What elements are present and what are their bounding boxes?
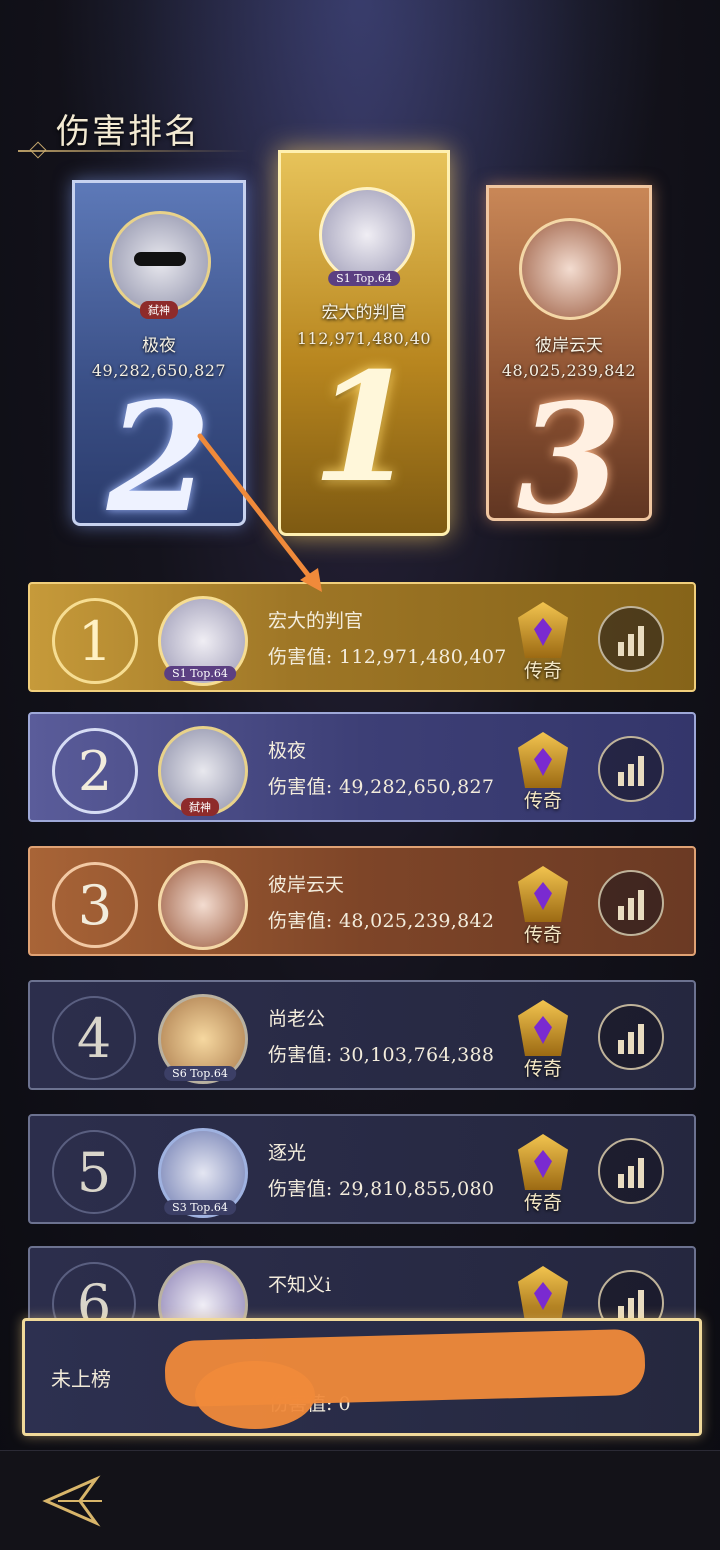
rank-number: 3 <box>52 862 138 948</box>
title-badge: S6 Top.64 <box>164 1066 236 1081</box>
player-name: 尚老公 <box>268 1008 326 1030</box>
bar-chart-icon[interactable] <box>598 870 664 936</box>
bar-chart-icon[interactable] <box>598 736 664 802</box>
annotation-arrow <box>197 433 322 592</box>
damage-value: 伤害值: 30,103,764,388 <box>268 1044 495 1066</box>
my-rank-row[interactable]: 未上榜 伤害值: 0 <box>22 1318 702 1436</box>
player-name: 逐光 <box>268 1142 307 1164</box>
legend-emblem-icon: 传奇 <box>508 860 578 946</box>
rank-number: 5 <box>52 1130 136 1214</box>
ranking-row[interactable]: 5 S3 Top.64 逐光 伤害值: 29,810,855,080 传奇 <box>28 1114 696 1224</box>
bar-chart-icon[interactable] <box>598 1004 664 1070</box>
player-name: 彼岸云天 <box>268 874 345 896</box>
damage-value: 伤害值: 112,971,480,407 <box>268 646 507 668</box>
player-name: 不知义i <box>268 1274 332 1296</box>
redaction-scribble <box>195 1361 315 1429</box>
damage-value: 伤害值: 48,025,239,842 <box>268 910 495 932</box>
title-badge: S1 Top.64 <box>164 666 236 681</box>
avatar <box>158 860 248 950</box>
ranking-row[interactable]: 3 彼岸云天 伤害值: 48,025,239,842 传奇 <box>28 846 696 956</box>
damage-value: 伤害值: 49,282,650,827 <box>268 776 495 798</box>
legend-emblem-icon: 传奇 <box>508 994 578 1080</box>
back-arrow-icon[interactable] <box>36 1471 106 1531</box>
title-badge: 弑神 <box>181 798 219 816</box>
title-badge: S3 Top.64 <box>164 1200 236 1215</box>
ranking-row[interactable]: 4 S6 Top.64 尚老公 伤害值: 30,103,764,388 传奇 <box>28 980 696 1090</box>
legend-emblem-icon: 传奇 <box>508 726 578 812</box>
rank-number: 2 <box>52 728 138 814</box>
ranking-row[interactable]: 2 弑神 极夜 伤害值: 49,282,650,827 传奇 <box>28 712 696 822</box>
legend-emblem-icon: 传奇 <box>508 1128 578 1214</box>
unranked-label: 未上榜 <box>51 1366 111 1391</box>
player-name: 极夜 <box>268 740 307 762</box>
rank-number: 4 <box>52 996 136 1080</box>
bar-chart-icon[interactable] <box>598 1138 664 1204</box>
bottom-bar <box>0 1450 720 1550</box>
damage-value: 伤害值: 29,810,855,080 <box>268 1178 495 1200</box>
